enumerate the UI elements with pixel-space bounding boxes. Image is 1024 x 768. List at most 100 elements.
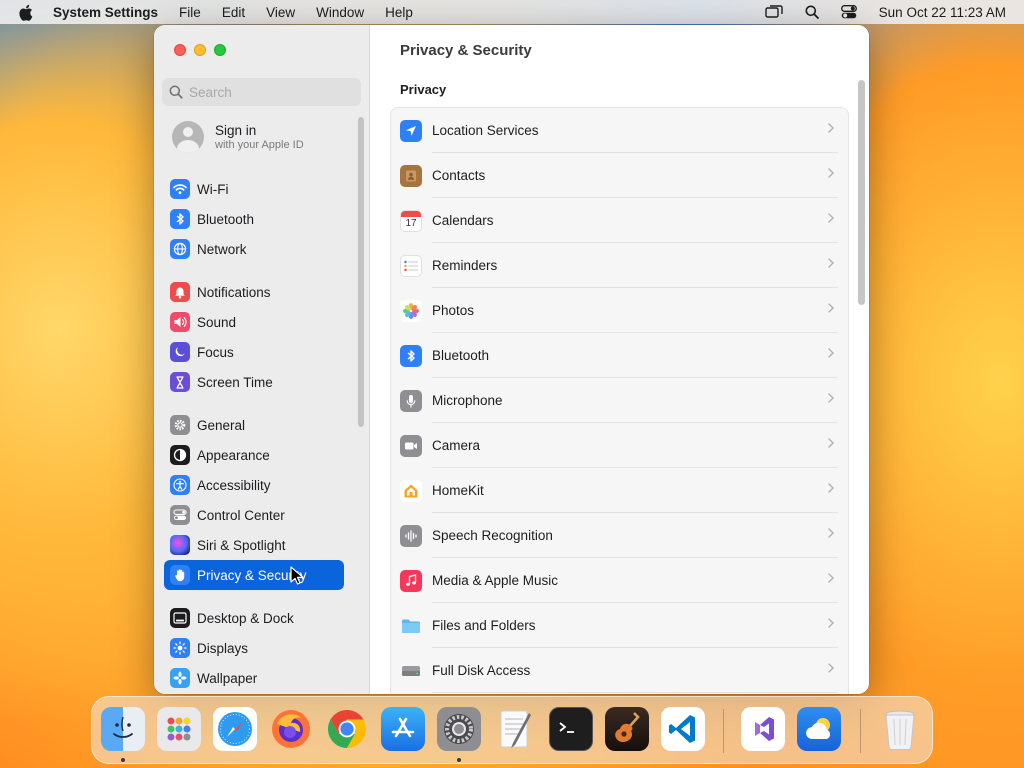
row-photos[interactable]: Photos [391,288,848,333]
terminal-icon[interactable] [549,707,593,751]
sidebar-item-wifi[interactable]: Wi-Fi [164,174,344,204]
menu-window[interactable]: Window [316,5,364,20]
chevron-right-icon [828,123,834,133]
row-location-services[interactable]: Location Services [391,108,848,153]
photos-flower-icon [400,299,422,322]
textedit-icon[interactable] [493,707,537,751]
page-title: Privacy & Security [400,42,532,59]
chevron-right-icon [828,663,834,673]
finder-running-indicator [121,758,125,762]
row-label: Camera [432,438,481,453]
contacts-icon [400,164,422,187]
menu-edit[interactable]: Edit [222,5,245,20]
calendar-icon: 17 [400,209,422,232]
apple-menu-icon[interactable] [18,3,36,21]
zoom-window-button[interactable] [214,44,226,56]
sidebar-item-bluetooth[interactable]: Bluetooth [164,204,344,234]
row-reminders[interactable]: Reminders [391,243,848,288]
row-speech-recognition[interactable]: Speech Recognition [391,513,848,558]
sidebar-item-siri-spotlight[interactable]: Siri & Spotlight [164,530,344,560]
chevron-right-icon [828,213,834,223]
siri-icon [170,535,190,555]
sidebar-item-sound[interactable]: Sound [164,307,344,337]
search-icon [169,85,183,99]
camera-icon [400,434,422,457]
row-microphone[interactable]: Microphone [391,378,848,423]
visual-studio-icon[interactable] [741,707,785,751]
sidebar-search-field[interactable]: Search [162,78,361,106]
sidebar-item-label: Desktop & Dock [197,610,294,626]
weather-icon[interactable] [797,707,841,751]
system-settings-window: Search Sign in with your Apple ID Wi-Fi … [154,25,869,694]
row-label: Photos [432,303,475,318]
menu-file[interactable]: File [179,5,201,20]
dock [91,696,933,764]
row-homekit[interactable]: HomeKit [391,468,848,513]
row-files-and-folders[interactable]: Files and Folders [391,603,848,648]
main-scrollbar[interactable] [858,80,865,305]
close-window-button[interactable] [174,44,186,56]
firefox-icon[interactable] [269,707,313,751]
app-store-icon[interactable] [381,707,425,751]
menu-view[interactable]: View [266,5,295,20]
finder-icon[interactable] [101,707,145,751]
sidebar-item-focus[interactable]: Focus [164,337,344,367]
control-center-icon[interactable] [840,5,857,19]
appearance-icon [170,445,190,465]
spotlight-search-icon[interactable] [805,5,819,19]
main-content: Privacy & Security Privacy Location Serv… [370,25,869,694]
row-contacts[interactable]: Contacts [391,153,848,198]
apple-id-sign-in[interactable]: Sign in with your Apple ID [172,121,304,153]
wifi-icon [170,179,190,199]
sidebar-item-label: Bluetooth [197,211,255,227]
row-bluetooth[interactable]: Bluetooth [391,333,848,378]
row-label: Reminders [432,258,498,273]
screen-mirroring-icon[interactable] [764,5,783,19]
sidebar-item-control-center[interactable]: Control Center [164,500,344,530]
menu-app-name[interactable]: System Settings [53,5,158,20]
sidebar-item-label: Accessibility [197,477,271,493]
safari-icon[interactable] [213,707,257,751]
sidebar-item-label: Screen Time [197,374,273,390]
sidebar-item-wallpaper[interactable]: Wallpaper [164,663,344,693]
chrome-icon[interactable] [325,707,369,751]
row-full-disk-access[interactable]: Full Disk Access [391,648,848,693]
sidebar-item-label: Control Center [197,507,285,523]
vscode-icon[interactable] [661,707,705,751]
minimize-window-button[interactable] [194,44,206,56]
window-controls [174,44,226,56]
microphone-icon [400,389,422,412]
sidebar-item-appearance[interactable]: Appearance [164,440,344,470]
menu-help[interactable]: Help [385,5,413,20]
sidebar-item-displays[interactable]: Displays [164,633,344,663]
privacy-hand-icon [170,565,190,585]
row-camera[interactable]: Camera [391,423,848,468]
menu-clock[interactable]: Sun Oct 22 11:23 AM [879,5,1006,20]
speech-waveform-icon [400,524,422,547]
search-placeholder: Search [189,84,232,100]
row-calendars[interactable]: 17 Calendars [391,198,848,243]
sidebar-item-accessibility[interactable]: Accessibility [164,470,344,500]
row-label: Calendars [432,213,494,228]
row-label: Speech Recognition [432,528,553,543]
sidebar-item-privacy-security[interactable]: Privacy & Security [164,560,344,590]
system-settings-icon[interactable] [437,707,481,751]
folder-icon [400,615,422,637]
sidebar-item-label: Appearance [197,447,270,463]
sidebar-scrollbar[interactable] [358,117,364,427]
notifications-bell-icon [170,282,190,302]
chevron-right-icon [828,258,834,268]
sidebar-item-desktop-dock[interactable]: Desktop & Dock [164,603,344,633]
row-label: HomeKit [432,483,484,498]
sidebar-item-general[interactable]: General [164,410,344,440]
row-label: Full Disk Access [432,663,531,678]
sidebar-item-network[interactable]: Network [164,234,344,264]
dock-separator [860,709,861,753]
launchpad-icon[interactable] [157,707,201,751]
trash-icon[interactable] [878,707,922,751]
calendar-day: 17 [405,217,417,229]
sidebar-item-screen-time[interactable]: Screen Time [164,367,344,397]
sidebar-item-notifications[interactable]: Notifications [164,277,344,307]
garageband-icon[interactable] [605,707,649,751]
row-media-apple-music[interactable]: Media & Apple Music [391,558,848,603]
